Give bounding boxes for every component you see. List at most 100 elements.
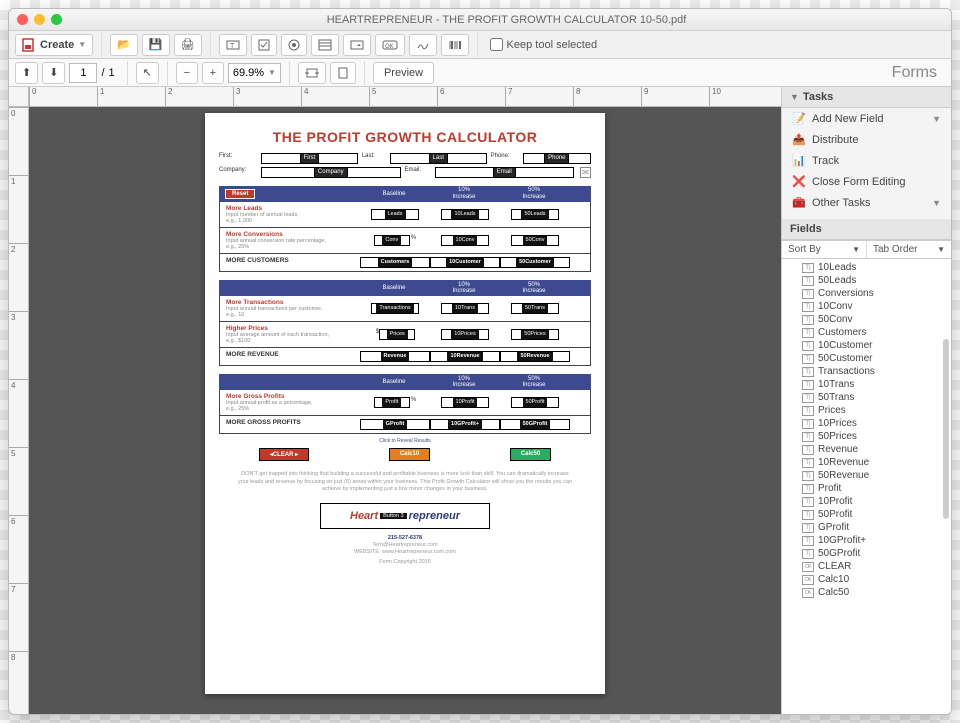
field-first[interactable]: First xyxy=(261,153,358,164)
field-company[interactable]: Company xyxy=(261,167,401,178)
field-10leads[interactable]: 10Leads xyxy=(441,209,489,220)
clear-button[interactable]: ◂CLEAR ▸ xyxy=(259,448,309,461)
field-phone[interactable]: Phone xyxy=(523,153,591,164)
field-10profit[interactable]: 10Profit xyxy=(441,397,489,408)
fit-width-button[interactable] xyxy=(298,62,326,84)
task-other-tasks[interactable]: 🧰Other Tasks▼ xyxy=(782,192,951,213)
field-list-item[interactable]: T|50Revenue xyxy=(782,469,951,482)
canvas-viewport[interactable]: THE PROFIT GROWTH CALCULATOR First: Firs… xyxy=(29,107,781,714)
field-list-item[interactable]: T|Conversions xyxy=(782,287,951,300)
calc50-button[interactable]: Calc50 xyxy=(510,448,551,461)
field-10prices[interactable]: 10Prices xyxy=(441,329,489,340)
field-50trans[interactable]: 50Trans xyxy=(511,303,559,314)
field-revenue[interactable]: Revenue xyxy=(360,351,430,362)
maximize-window-button[interactable] xyxy=(51,14,62,25)
page-number-input[interactable] xyxy=(69,63,97,83)
preview-button[interactable]: Preview xyxy=(373,62,434,84)
field-50profit[interactable]: 50Profit xyxy=(511,397,559,408)
task-close-form-editing[interactable]: ❌Close Form Editing xyxy=(782,171,951,192)
zoom-in-button[interactable]: + xyxy=(202,62,224,84)
field-prices[interactable]: Prices xyxy=(379,329,415,340)
task-track[interactable]: 📊Track xyxy=(782,150,951,171)
field-list-item[interactable]: OKCLEAR xyxy=(782,560,951,573)
pointer-tool[interactable]: ↖ xyxy=(136,62,159,84)
field-list-item[interactable]: T|Customers xyxy=(782,326,951,339)
fields-heading[interactable]: Fields xyxy=(782,219,951,240)
barcode-tool[interactable] xyxy=(441,34,469,56)
field-50prices[interactable]: 50Prices xyxy=(511,329,559,340)
first-page-button[interactable]: ⬆ xyxy=(15,62,38,84)
field-customers[interactable]: Customers xyxy=(360,257,430,268)
field-list-item[interactable]: T|50Conv xyxy=(782,313,951,326)
field-transactions[interactable]: Transactions xyxy=(371,303,419,314)
checkbox-tool[interactable] xyxy=(251,34,277,56)
field-50gprofit[interactable]: 50GProfit xyxy=(500,419,570,430)
close-window-button[interactable] xyxy=(17,14,28,25)
field-list-item[interactable]: T|10GProfit+ xyxy=(782,534,951,547)
fit-page-button[interactable] xyxy=(330,62,356,84)
create-button[interactable]: Create ▼ xyxy=(15,34,93,56)
field-list-item[interactable]: T|10Customer xyxy=(782,339,951,352)
field-email[interactable]: Email xyxy=(435,167,575,178)
field-gprofit[interactable]: GProfit xyxy=(360,419,430,430)
zoom-out-button[interactable]: − xyxy=(176,62,198,84)
tasks-heading[interactable]: ▼Tasks xyxy=(782,87,951,108)
sort-by-dropdown[interactable]: Sort By▼ xyxy=(782,241,866,258)
field-10revenue[interactable]: 10Revenue xyxy=(430,351,500,362)
field-conv[interactable]: Conv xyxy=(374,235,410,246)
field-list-item[interactable]: T|Transactions xyxy=(782,365,951,378)
field-list-item[interactable]: T|10Profit xyxy=(782,495,951,508)
calc10-button[interactable]: Calc10 xyxy=(389,448,430,461)
field-list-item[interactable]: T|10Leads xyxy=(782,261,951,274)
field-list-item[interactable]: T|GProfit xyxy=(782,521,951,534)
dropdown-tool[interactable] xyxy=(343,34,371,56)
signature-tool[interactable] xyxy=(409,34,437,56)
open-button[interactable]: 📂 xyxy=(110,34,138,56)
field-last[interactable]: Last xyxy=(390,153,487,164)
field-50customer[interactable]: 50Customer xyxy=(500,257,570,268)
field-50revenue[interactable]: 50Revenue xyxy=(500,351,570,362)
field-list-item[interactable]: T|10Conv xyxy=(782,300,951,313)
pdf-page[interactable]: THE PROFIT GROWTH CALCULATOR First: Firs… xyxy=(205,113,605,694)
field-list-item[interactable]: T|50GProfit xyxy=(782,547,951,560)
envelope-icon[interactable]: ✉ xyxy=(580,167,591,178)
field-list-item[interactable]: T|50Leads xyxy=(782,274,951,287)
last-page-button[interactable]: ⬇ xyxy=(42,62,65,84)
zoom-select[interactable]: 69.9% ▼ xyxy=(228,63,281,83)
field-list-item[interactable]: T|10Prices xyxy=(782,417,951,430)
field-leads[interactable]: Leads xyxy=(371,209,419,220)
field-50leads[interactable]: 50Leads xyxy=(511,209,559,220)
task-add-new-field[interactable]: 📝Add New Field▼ xyxy=(782,108,951,129)
text-field-tool[interactable]: T xyxy=(219,34,247,56)
field-list-item[interactable]: T|50Customer xyxy=(782,352,951,365)
field-list-item[interactable]: T|Profit xyxy=(782,482,951,495)
keep-tool-checkbox-input[interactable] xyxy=(490,38,503,51)
keep-tool-selected-checkbox[interactable]: Keep tool selected xyxy=(490,38,598,51)
save-button[interactable]: 💾 xyxy=(142,34,170,56)
scrollbar-thumb[interactable] xyxy=(943,339,949,519)
logo-button[interactable]: Heart Button 3 repreneur xyxy=(320,503,490,529)
listbox-tool[interactable] xyxy=(311,34,339,56)
tab-order-dropdown[interactable]: Tab Order▼ xyxy=(866,241,951,258)
field-list-item[interactable]: T|10Trans xyxy=(782,378,951,391)
field-list-item[interactable]: OKCalc50 xyxy=(782,586,951,599)
field-10trans[interactable]: 10Trans xyxy=(441,303,489,314)
radio-tool[interactable] xyxy=(281,34,307,56)
field-list-item[interactable]: T|Prices xyxy=(782,404,951,417)
field-profit[interactable]: Profit xyxy=(374,397,410,408)
task-distribute[interactable]: 📤Distribute xyxy=(782,129,951,150)
field-list-item[interactable]: T|10Revenue xyxy=(782,456,951,469)
reset-button[interactable]: Reset xyxy=(225,189,255,200)
field-50conv[interactable]: 50Conv xyxy=(511,235,559,246)
field-10conv[interactable]: 10Conv xyxy=(441,235,489,246)
minimize-window-button[interactable] xyxy=(34,14,45,25)
field-10gprofit[interactable]: 10GProfit+ xyxy=(430,419,500,430)
field-10customer[interactable]: 10Customer xyxy=(430,257,500,268)
field-list-item[interactable]: T|50Trans xyxy=(782,391,951,404)
field-list-item[interactable]: T|50Prices xyxy=(782,430,951,443)
fields-list[interactable]: T|10LeadsT|50LeadsT|ConversionsT|10ConvT… xyxy=(782,259,951,714)
field-list-item[interactable]: OKCalc10 xyxy=(782,573,951,586)
field-list-item[interactable]: T|Revenue xyxy=(782,443,951,456)
button-tool[interactable]: OK xyxy=(375,34,405,56)
print-button[interactable]: 🖨 xyxy=(174,34,202,56)
